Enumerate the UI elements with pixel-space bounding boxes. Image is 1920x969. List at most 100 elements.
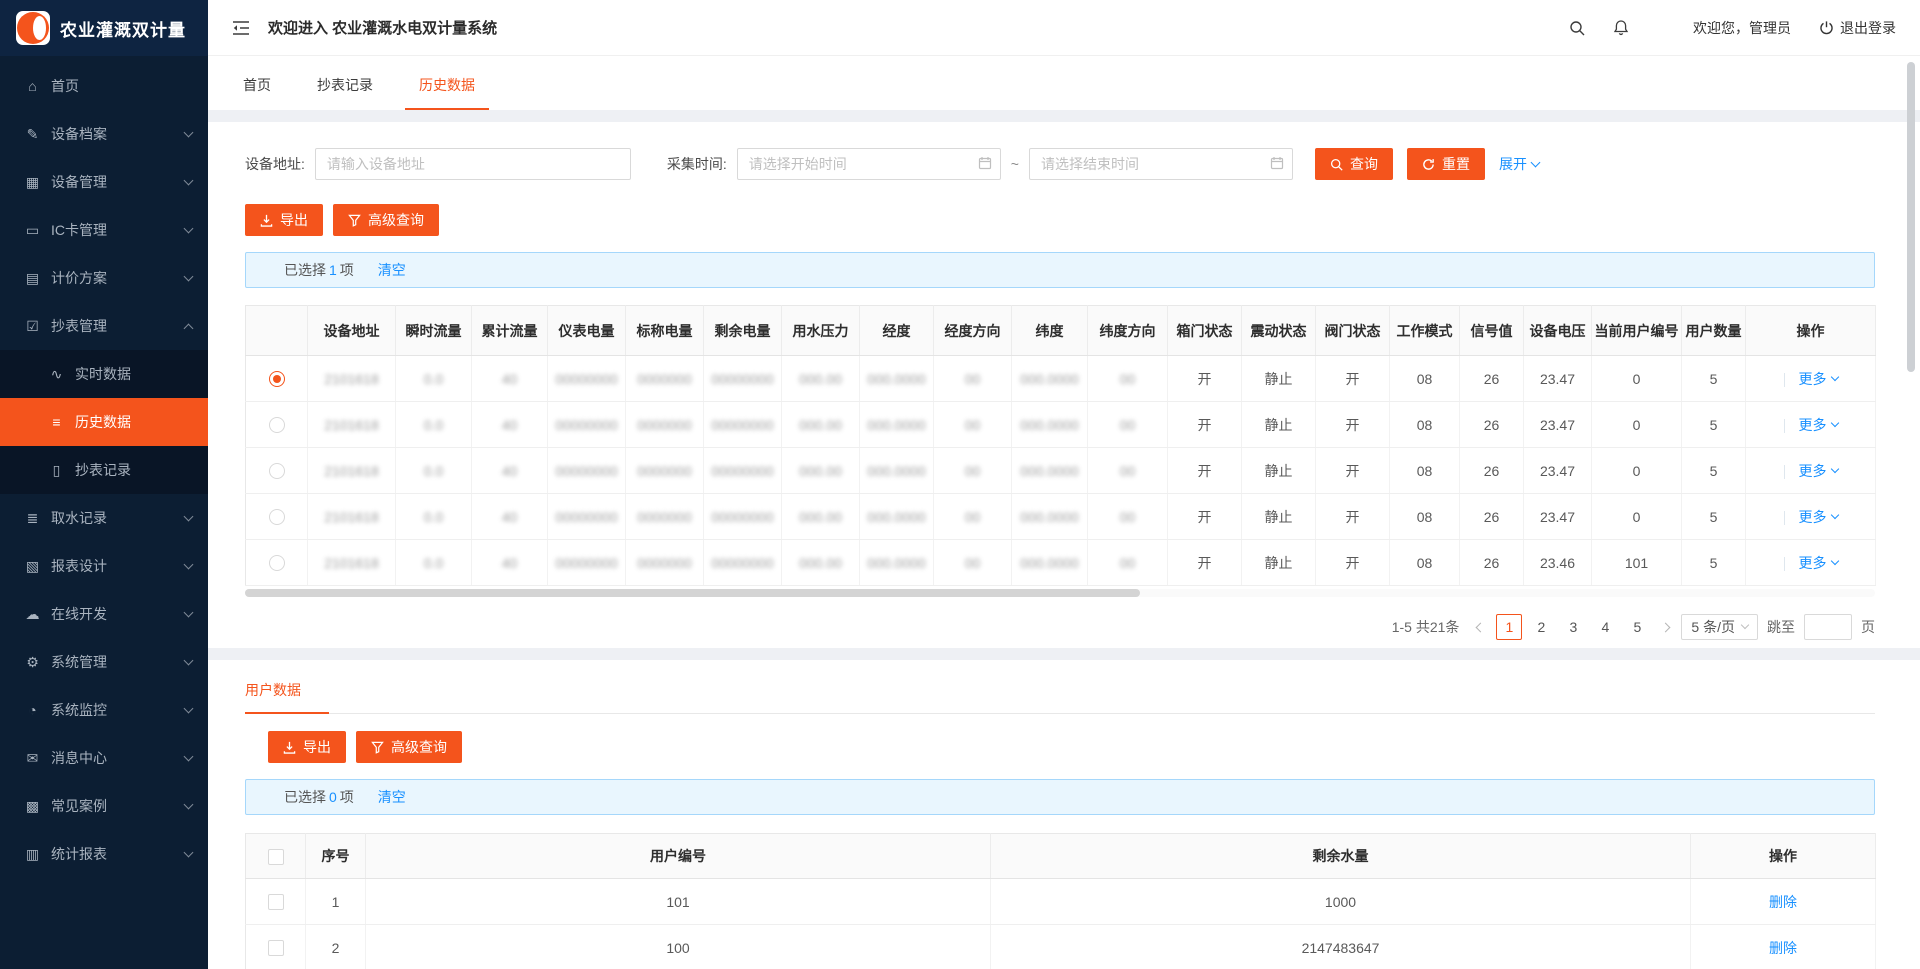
brand-logo-icon — [16, 11, 50, 45]
search-button[interactable]: 查询 — [1315, 148, 1393, 180]
sidebar-item-statistics-report[interactable]: ▥统计报表 — [0, 830, 208, 878]
page-size-select[interactable]: 5 条/页 — [1681, 614, 1758, 640]
user-advanced-query-button[interactable]: 高级查询 — [356, 731, 462, 763]
sidebar-item-system-management[interactable]: ⚙系统管理 — [0, 638, 208, 686]
more-action-link[interactable]: 更多 — [1799, 369, 1838, 389]
start-time-input[interactable] — [737, 148, 1001, 180]
device-table: 设备地址瞬时流量累计流量仪表电量标称电量剩余电量用水压力经度经度方向纬度纬度方向… — [245, 305, 1876, 586]
sidebar-item-history-data[interactable]: ≡历史数据 — [0, 398, 208, 446]
cell-address: 2101618 — [308, 540, 396, 586]
more-label: 更多 — [1799, 461, 1827, 481]
next-page-button[interactable] — [1659, 624, 1672, 631]
row-radio[interactable] — [269, 509, 285, 525]
cell-work_mode-value: 08 — [1417, 509, 1433, 525]
chevron-down-icon — [184, 559, 194, 569]
cell-water_pressure: 000.00 — [782, 494, 860, 540]
page-button-1[interactable]: 1 — [1496, 614, 1522, 640]
device-table-body: 21016180.04000000000000000000000000000.0… — [246, 356, 1876, 586]
sidebar-item-pricing-plan[interactable]: ▤计价方案 — [0, 254, 208, 302]
clear-selection-link[interactable]: 清空 — [378, 787, 406, 807]
search-icon[interactable] — [1569, 20, 1585, 36]
row-radio[interactable] — [269, 463, 285, 479]
sidebar-item-device-archive[interactable]: ✎设备档案 — [0, 110, 208, 158]
page-button-4[interactable]: 4 — [1592, 614, 1618, 640]
clear-selection-link[interactable]: 清空 — [378, 260, 406, 280]
cell-valve_status: 开 — [1316, 540, 1390, 586]
chevron-down-icon — [1830, 556, 1838, 564]
device-select-column-header — [246, 306, 308, 356]
cell-latitude-value: 000.0000 — [1020, 555, 1078, 571]
expand-filters-link[interactable]: 展开 — [1499, 154, 1539, 174]
cell-valve_status: 开 — [1316, 402, 1390, 448]
export-button[interactable]: 导出 — [245, 204, 323, 236]
page-unit-label: 页 — [1861, 617, 1875, 637]
cell-vibration_status: 静止 — [1242, 540, 1316, 586]
sidebar-item-device-management[interactable]: ▦设备管理 — [0, 158, 208, 206]
cell-longitude: 000.0000 — [860, 356, 934, 402]
prev-page-button[interactable] — [1474, 624, 1487, 631]
row-checkbox[interactable] — [268, 894, 284, 910]
logout-button[interactable]: 退出登录 — [1819, 18, 1896, 38]
device-address-input[interactable] — [315, 148, 631, 180]
cell-signal-value: 26 — [1484, 555, 1500, 571]
end-time-picker[interactable] — [1029, 148, 1293, 180]
horizontal-scrollbar-thumb[interactable] — [245, 589, 1140, 597]
row-radio[interactable] — [269, 555, 285, 571]
brand[interactable]: 农业灌溉双计量 — [0, 0, 208, 56]
sidebar-item-ic-card-management[interactable]: ▭IC卡管理 — [0, 206, 208, 254]
delete-link[interactable]: 删除 — [1769, 940, 1797, 956]
select-all-checkbox[interactable] — [268, 849, 284, 865]
page-button-2[interactable]: 2 — [1528, 614, 1554, 640]
sidebar-item-online-dev[interactable]: ☁在线开发 — [0, 590, 208, 638]
sidebar-item-meter-reading-management[interactable]: ☑抄表管理 — [0, 302, 208, 350]
tab-2[interactable]: 历史数据 — [419, 75, 475, 110]
device-select-cell — [246, 448, 308, 494]
cell-work_mode: 08 — [1390, 402, 1460, 448]
tab-0[interactable]: 首页 — [243, 75, 271, 110]
sidebar-item-realtime-data[interactable]: ∿实时数据 — [0, 350, 208, 398]
cell-valve_status: 开 — [1316, 494, 1390, 540]
sidebar-item-common-cases[interactable]: ▩常见案例 — [0, 782, 208, 830]
cell-meter_energy-value: 00000000 — [555, 555, 617, 571]
jump-to-input[interactable] — [1804, 614, 1852, 640]
sidebar-item-report-design[interactable]: ▧报表设计 — [0, 542, 208, 590]
more-action-link[interactable]: 更多 — [1799, 553, 1838, 573]
meter-reading-records-icon: ▯ — [48, 462, 65, 479]
cell-valve_status: 开 — [1316, 448, 1390, 494]
action-divider — [1784, 465, 1785, 479]
advanced-query-button[interactable]: 高级查询 — [333, 204, 439, 236]
device-table-head-row: 设备地址瞬时流量累计流量仪表电量标称电量剩余电量用水压力经度经度方向纬度纬度方向… — [246, 306, 1876, 356]
chevron-down-icon — [184, 127, 194, 137]
page-button-3[interactable]: 3 — [1560, 614, 1586, 640]
sidebar-item-meter-reading-records[interactable]: ▯抄表记录 — [0, 446, 208, 494]
notification-bell-icon[interactable] — [1613, 19, 1629, 36]
end-time-input[interactable] — [1029, 148, 1293, 180]
tab-1[interactable]: 抄表记录 — [317, 75, 373, 110]
chevron-up-icon — [184, 323, 194, 333]
sidebar-item-label: 计价方案 — [51, 268, 185, 288]
more-action-link[interactable]: 更多 — [1799, 461, 1838, 481]
row-checkbox[interactable] — [268, 940, 284, 956]
page-button-5[interactable]: 5 — [1624, 614, 1650, 640]
sidebar-item-label: 报表设计 — [51, 556, 185, 576]
device-col-header-15: 信号值 — [1460, 306, 1524, 356]
row-radio[interactable] — [269, 371, 285, 387]
sidebar-item-home[interactable]: ⌂首页 — [0, 62, 208, 110]
cell-user-no: 100 — [366, 925, 991, 969]
sidebar-item-message-center[interactable]: ✉消息中心 — [0, 734, 208, 782]
device-table-row: 21016180.04000000000000000000000000000.0… — [246, 402, 1876, 448]
cell-water_pressure: 000.00 — [782, 402, 860, 448]
user-export-button[interactable]: 导出 — [268, 731, 346, 763]
reset-button[interactable]: 重置 — [1407, 148, 1485, 180]
more-action-link[interactable]: 更多 — [1799, 415, 1838, 435]
sidebar-collapse-icon[interactable] — [232, 21, 250, 35]
sidebar-item-water-intake-records[interactable]: ≣取水记录 — [0, 494, 208, 542]
tab-user-data[interactable]: 用户数据 — [245, 676, 301, 713]
row-radio[interactable] — [269, 417, 285, 433]
start-time-picker[interactable] — [737, 148, 1001, 180]
delete-link[interactable]: 删除 — [1769, 894, 1797, 910]
user-toolbar: 导出 高级查询 — [245, 731, 1875, 763]
page-scrollbar-thumb[interactable] — [1907, 62, 1915, 372]
sidebar-item-system-monitor[interactable]: ◔系统监控 — [0, 686, 208, 734]
more-action-link[interactable]: 更多 — [1799, 507, 1838, 527]
